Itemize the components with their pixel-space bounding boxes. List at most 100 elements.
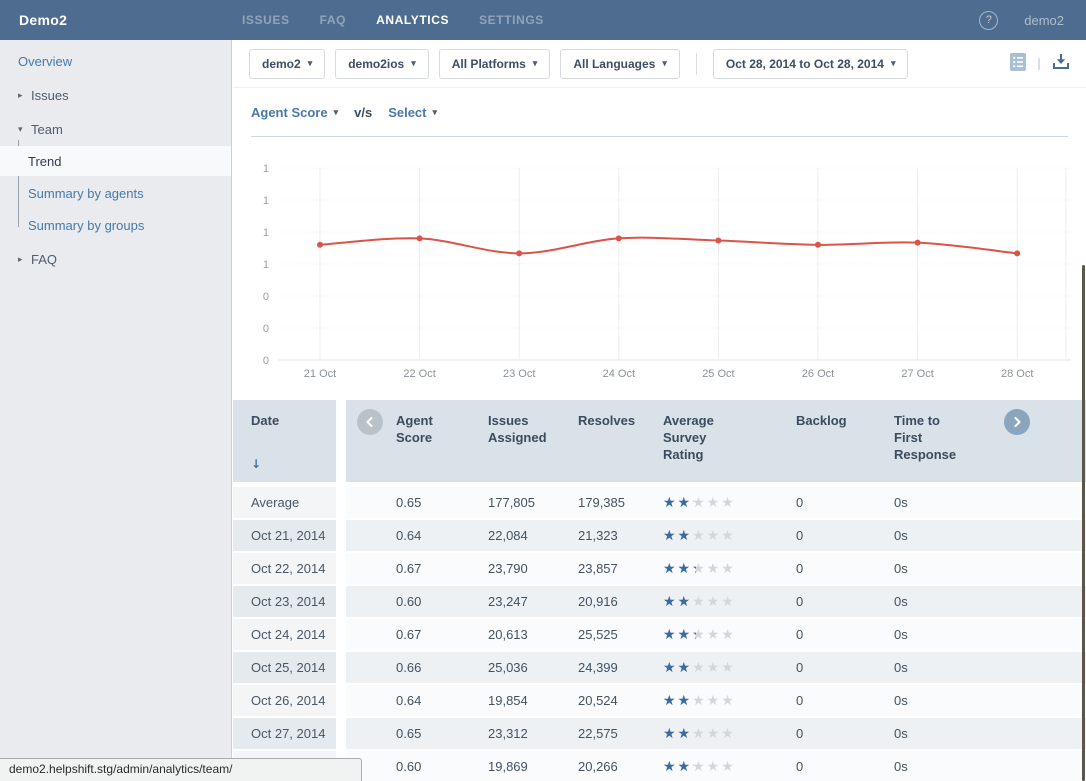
caret-down-icon: ▾ — [662, 59, 667, 68]
cell-issues-assigned: 177,805 — [488, 487, 578, 518]
cell-time-to-first-response: 0s — [894, 586, 991, 617]
table-row: Oct 22, 20140.6723,79023,857★★★★★★★★★★00… — [233, 551, 1086, 584]
cell-agent-score: 0.64 — [396, 520, 488, 551]
star-rating: ★★★★★★★★★★ — [663, 727, 736, 741]
report-button[interactable] — [1010, 53, 1026, 74]
cell-time-to-first-response: 0s — [894, 487, 991, 518]
cell-issues-assigned: 23,312 — [488, 718, 578, 749]
platforms-dropdown[interactable]: All Platforms ▾ — [439, 49, 551, 79]
cell-resolves: 21,323 — [578, 520, 663, 551]
column-header-date[interactable]: Date↓ — [233, 400, 336, 482]
column-header-time-to-first-response: Time to First Response — [894, 400, 991, 482]
table-header: Date↓Agent ScoreIssues AssignedResolvesA… — [233, 400, 1086, 482]
sidebar-item-overview[interactable]: Overview — [0, 46, 231, 76]
help-icon[interactable]: ? — [979, 11, 998, 30]
cell-issues-assigned: 23,790 — [488, 553, 578, 584]
sidebar-group-team[interactable]: ▾Team — [0, 114, 231, 144]
cell-issues-assigned: 19,854 — [488, 685, 578, 716]
star-rating-filled-icon: ★★★★★ — [663, 727, 693, 741]
frozen-column-gap — [336, 487, 346, 518]
cell-average-survey-rating: ★★★★★★★★★★ — [663, 652, 796, 683]
cell-spacer — [346, 652, 396, 683]
nav-tab-issues[interactable]: ISSUES — [242, 13, 290, 27]
star-rating-filled-icon: ★★★★★ — [663, 562, 696, 576]
chevron-left-icon — [365, 415, 375, 430]
cell-issues-assigned: 22,084 — [488, 520, 578, 551]
svg-text:23 Oct: 23 Oct — [503, 368, 535, 380]
star-rating-filled-icon: ★★★★★ — [663, 661, 693, 675]
column-header-label: Backlog — [796, 412, 847, 429]
nav-tab-analytics[interactable]: ANALYTICS — [376, 13, 449, 27]
cell-backlog: 0 — [796, 685, 894, 716]
scroll-columns-left-button[interactable] — [357, 409, 383, 435]
sidebar-group-label: FAQ — [31, 252, 57, 267]
cell-trailing — [991, 520, 1086, 551]
cell-date: Oct 24, 2014 — [233, 619, 336, 650]
top-navbar: Demo2 ISSUES FAQ ANALYTICS SETTINGS ? demo2 — [0, 0, 1086, 40]
app-logo[interactable]: Demo2 — [0, 12, 232, 28]
page-scrollbar[interactable] — [1082, 265, 1085, 781]
cell-backlog: 0 — [796, 619, 894, 650]
cell-spacer — [346, 520, 396, 551]
cell-resolves: 179,385 — [578, 487, 663, 518]
nav-tab-settings[interactable]: SETTINGS — [479, 13, 544, 27]
svg-text:22 Oct: 22 Oct — [403, 368, 435, 380]
cell-backlog: 0 — [796, 553, 894, 584]
main-content: demo2 ▾ demo2ios ▾ All Platforms ▾ All L… — [233, 40, 1086, 781]
column-header-label: Average Survey Rating — [663, 412, 737, 463]
cell-trailing — [991, 553, 1086, 584]
caret-down-icon: ▾ — [533, 59, 538, 68]
svg-text:0: 0 — [263, 355, 269, 367]
scroll-columns-right-button[interactable] — [1004, 409, 1030, 435]
column-scroll-left-cell — [346, 400, 396, 482]
cell-average-survey-rating: ★★★★★★★★★★ — [663, 619, 796, 650]
sidebar-item-trend[interactable]: Trend — [0, 146, 231, 176]
top-nav: ISSUES FAQ ANALYTICS SETTINGS — [242, 13, 544, 27]
sidebar-group-faq[interactable]: ▸FAQ — [0, 244, 231, 274]
download-icon — [1052, 54, 1070, 73]
cell-date: Oct 23, 2014 — [233, 586, 336, 617]
metric-dropdown[interactable]: Agent Score ▾ — [251, 105, 338, 120]
frozen-column-gap — [336, 685, 346, 716]
svg-text:28 Oct: 28 Oct — [1001, 368, 1033, 380]
user-menu[interactable]: demo2 — [1024, 13, 1064, 28]
cell-agent-score: 0.65 — [396, 487, 488, 518]
frozen-column-gap — [336, 619, 346, 650]
platform-app-dropdown[interactable]: demo2ios ▾ — [335, 49, 429, 79]
cell-backlog: 0 — [796, 718, 894, 749]
sidebar-item-summary-by-agents[interactable]: Summary by agents — [0, 178, 231, 208]
nav-tab-faq[interactable]: FAQ — [320, 13, 346, 27]
cell-trailing — [991, 685, 1086, 716]
cell-time-to-first-response: 0s — [894, 553, 991, 584]
cell-trailing — [991, 586, 1086, 617]
star-rating: ★★★★★★★★★★ — [663, 760, 736, 774]
cell-resolves: 22,575 — [578, 718, 663, 749]
filter-separator — [696, 53, 697, 75]
star-rating: ★★★★★★★★★★ — [663, 529, 736, 543]
date-range-dropdown[interactable]: Oct 28, 2014 to Oct 28, 2014 ▾ — [713, 49, 909, 79]
sidebar-item-summary-by-groups[interactable]: Summary by groups — [0, 210, 231, 240]
cell-trailing — [991, 487, 1086, 518]
cell-date: Oct 22, 2014 — [233, 553, 336, 584]
column-header-label: Resolves — [578, 412, 635, 429]
languages-dropdown[interactable]: All Languages ▾ — [560, 49, 680, 79]
cell-average-survey-rating: ★★★★★★★★★★ — [663, 487, 796, 518]
sidebar-group-issues[interactable]: ▸Issues — [0, 80, 231, 110]
sort-descending-icon[interactable]: ↓ — [251, 457, 336, 473]
cell-resolves: 20,266 — [578, 751, 663, 781]
app-dropdown[interactable]: demo2 ▾ — [249, 49, 325, 79]
status-bar-url: demo2.helpshift.stg/admin/analytics/team… — [0, 758, 362, 781]
cell-spacer — [346, 487, 396, 518]
cell-spacer — [346, 619, 396, 650]
cell-resolves: 24,399 — [578, 652, 663, 683]
sidebar-item-label: Summary by agents — [28, 186, 144, 201]
download-button[interactable] — [1052, 54, 1070, 73]
caret-down-icon: ▾ — [334, 108, 339, 117]
svg-text:25 Oct: 25 Oct — [702, 368, 734, 380]
caret-down-icon: ▾ — [411, 59, 416, 68]
cell-agent-score: 0.60 — [396, 751, 488, 781]
compare-dropdown[interactable]: Select ▾ — [388, 105, 437, 120]
star-rating: ★★★★★★★★★★ — [663, 628, 736, 642]
cell-trailing — [991, 619, 1086, 650]
filter-bar-actions — [1010, 53, 1070, 74]
